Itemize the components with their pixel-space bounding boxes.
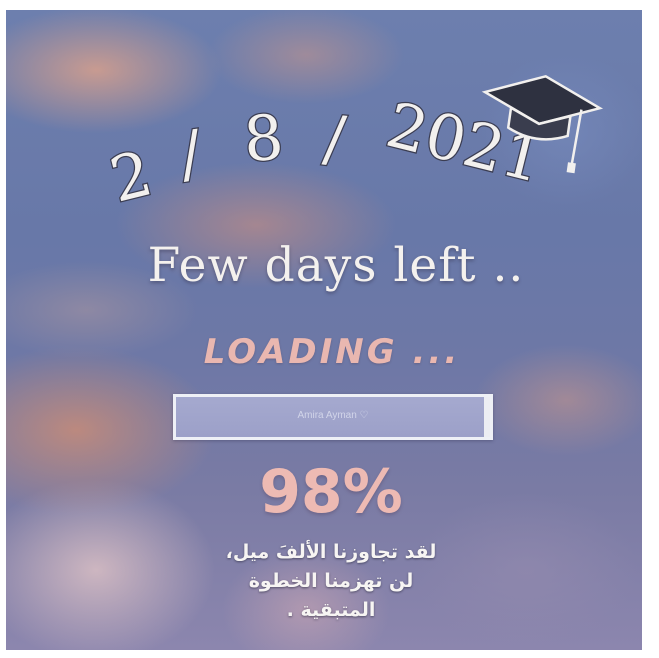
subtitle: Few days left .. (147, 238, 525, 293)
progress-bar: Amira Ayman ♡ (173, 394, 493, 440)
arabic-line-3: المتبقية . (286, 599, 376, 621)
date-graphic: 2 / 8 / 2021 (102, 74, 604, 218)
progress-bar-text: Amira Ayman ♡ (297, 410, 369, 421)
date-month: 8 (241, 101, 285, 177)
arabic-message: لقد تجاوزنا الألفَ ميل، لن تهزمنا الخطوة… (6, 538, 642, 625)
date-day: 2 (103, 136, 159, 216)
arabic-line-2: لن تهزمنا الخطوة (248, 570, 414, 592)
percent-label: 98% (259, 457, 403, 527)
loading-label: LOADING ... (203, 332, 461, 372)
poster: 2 / 8 / 2021 Few days left .. LOADING ..… (6, 10, 642, 650)
date-separator-2: / (320, 101, 349, 176)
arabic-line-1: لقد تجاوزنا الألفَ ميل، (225, 541, 437, 563)
date-separator-1: / (175, 116, 206, 191)
